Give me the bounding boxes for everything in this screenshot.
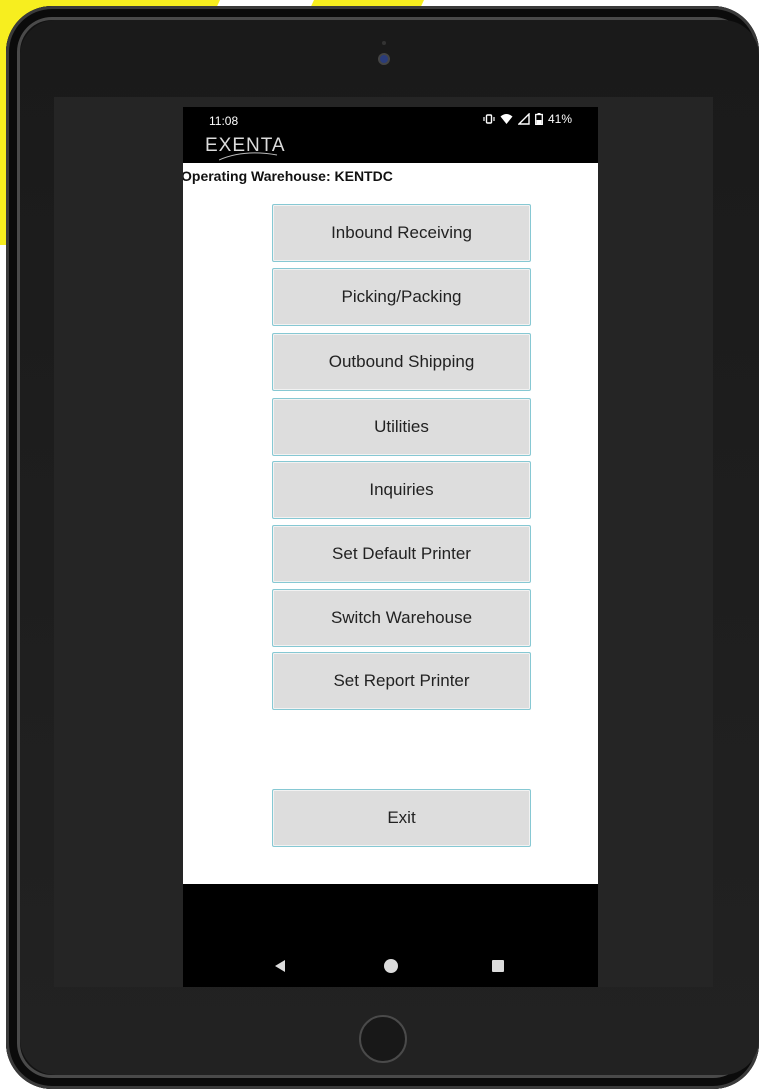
set-default-printer-button[interactable]: Set Default Printer: [272, 525, 531, 583]
inquiries-button[interactable]: Inquiries: [272, 461, 531, 519]
main-menu: Operating Warehouse: KENTDC Inbound Rece…: [183, 163, 598, 884]
navigation-bar: [183, 884, 598, 987]
status-time: 11:08: [209, 114, 239, 128]
outbound-shipping-button[interactable]: Outbound Shipping: [272, 333, 531, 391]
signal-icon: [517, 113, 530, 125]
set-report-printer-button[interactable]: Set Report Printer: [272, 652, 531, 710]
camera-icon: [380, 55, 388, 63]
switch-warehouse-button[interactable]: Switch Warehouse: [272, 589, 531, 647]
sensor-dot: [382, 41, 386, 45]
battery-percent: 41%: [547, 112, 572, 126]
tablet-home-button[interactable]: [359, 1015, 407, 1063]
operating-warehouse-label: Operating Warehouse: KENTDC: [183, 168, 393, 184]
status-icons: 41%: [483, 112, 572, 126]
wifi-icon: [500, 113, 513, 125]
utilities-button[interactable]: Utilities: [272, 398, 531, 456]
app-window: 11:08 41% EXENTA Operating Warehouse: KE…: [183, 107, 598, 987]
vibrate-icon: [483, 113, 495, 125]
picking-packing-button[interactable]: Picking/Packing: [272, 268, 531, 326]
logo-swoosh-icon: [219, 152, 278, 161]
battery-icon: [535, 113, 543, 125]
status-bar: 11:08 41%: [183, 107, 598, 133]
home-icon[interactable]: [384, 959, 398, 973]
back-icon[interactable]: [275, 960, 285, 972]
exit-button[interactable]: Exit: [272, 789, 531, 847]
recent-apps-icon[interactable]: [492, 960, 504, 972]
inbound-receiving-button[interactable]: Inbound Receiving: [272, 204, 531, 262]
